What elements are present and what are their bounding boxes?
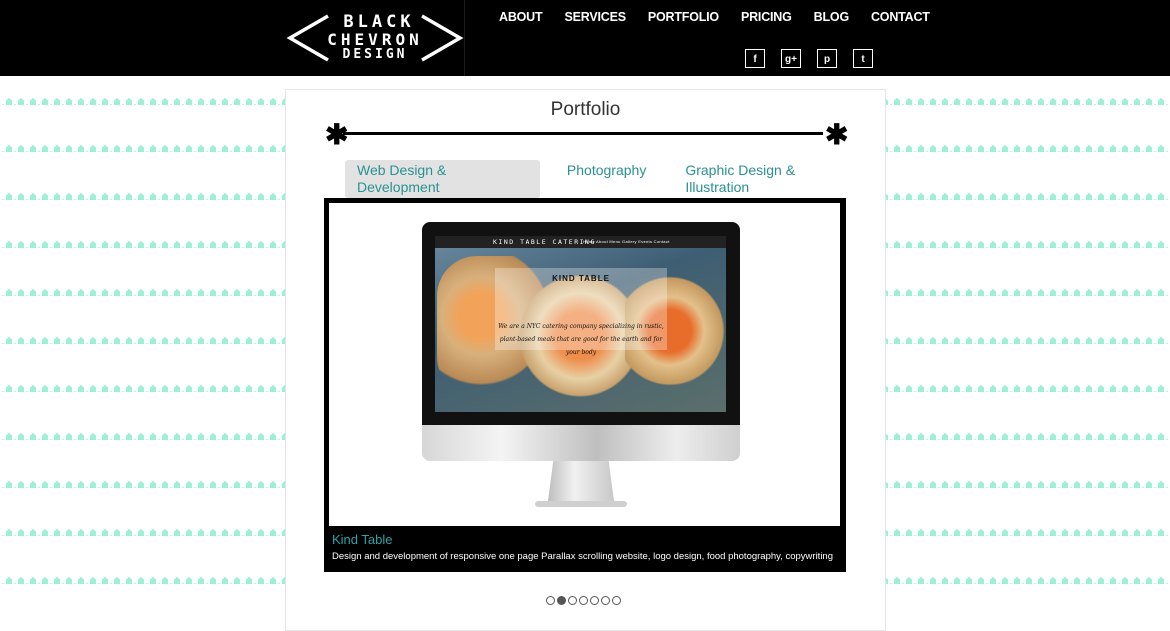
- slide-caption: Kind Table Design and development of res…: [332, 532, 833, 562]
- twitter-icon[interactable]: t: [853, 49, 873, 68]
- mockup-site-title: KIND TABLE CATERING: [493, 238, 596, 246]
- mockup-tagline: We are a NYC catering company specializi…: [498, 323, 664, 356]
- pagination-dot[interactable]: [612, 596, 621, 605]
- imac-stand: [548, 461, 614, 501]
- portfolio-slide[interactable]: KIND TABLE CATERING Home About Menu Gall…: [324, 198, 846, 572]
- social-links: f g+ p t: [745, 49, 889, 68]
- main-nav: ABOUT SERVICES PORTFOLIO PRICING BLOG CO…: [499, 10, 952, 24]
- imac-foot: [535, 501, 627, 507]
- project-description: Design and development of responsive one…: [332, 551, 833, 562]
- imac-bezel: KIND TABLE CATERING Home About Menu Gall…: [422, 222, 740, 425]
- nav-portfolio[interactable]: PORTFOLIO: [648, 10, 719, 24]
- page-title: Portfolio: [550, 99, 621, 120]
- title-divider: ✱ ✱: [325, 119, 848, 150]
- mockup-site-links: Home About Menu Gallery Events Contact: [583, 239, 670, 244]
- pagination-dot[interactable]: [590, 596, 599, 605]
- pagination-dot[interactable]: [579, 596, 588, 605]
- portfolio-tabs: Web Design & Development Photography Gra…: [345, 160, 885, 198]
- brand-line-1: BLACK: [343, 12, 415, 32]
- brand-line-3: DESIGN: [342, 47, 408, 62]
- pagination-dot[interactable]: [601, 596, 610, 605]
- divider-line: [343, 132, 823, 135]
- brand-logo[interactable]: BLACK CHEVRON DESIGN: [286, 0, 465, 76]
- tab-web-design[interactable]: Web Design & Development: [345, 160, 540, 198]
- slide-pagination: [546, 596, 623, 605]
- pagination-dot-active[interactable]: [557, 596, 566, 605]
- imac-chin: [422, 425, 740, 461]
- pinterest-icon[interactable]: p: [817, 49, 837, 68]
- tab-graphic-design[interactable]: Graphic Design & Illustration: [673, 160, 870, 198]
- imac-screen: KIND TABLE CATERING Home About Menu Gall…: [435, 236, 726, 412]
- imac-mockup: KIND TABLE CATERING Home About Menu Gall…: [422, 222, 740, 507]
- mockup-logo-text: KIND TABLE: [552, 274, 610, 283]
- nav-about[interactable]: ABOUT: [499, 10, 543, 24]
- facebook-icon[interactable]: f: [745, 49, 765, 68]
- slide-image-area: KIND TABLE CATERING Home About Menu Gall…: [329, 203, 840, 526]
- tab-photography[interactable]: Photography: [555, 160, 658, 198]
- mockup-overlay: KIND TABLE We are a NYC catering company…: [495, 268, 667, 356]
- google-plus-icon[interactable]: g+: [781, 49, 801, 68]
- pagination-dot[interactable]: [546, 596, 555, 605]
- asterisk-icon: ✱: [825, 119, 849, 150]
- nav-services[interactable]: SERVICES: [564, 10, 626, 24]
- nav-blog[interactable]: BLOG: [814, 10, 850, 24]
- mockup-navbar: KIND TABLE CATERING Home About Menu Gall…: [435, 236, 726, 248]
- nav-contact[interactable]: CONTACT: [871, 10, 930, 24]
- portfolio-panel: Portfolio ✱ ✱ Web Design & Development P…: [285, 89, 886, 631]
- pagination-dot[interactable]: [568, 596, 577, 605]
- project-name[interactable]: Kind Table: [332, 532, 833, 547]
- site-header: BLACK CHEVRON DESIGN ABOUT SERVICES PORT…: [0, 0, 1170, 76]
- nav-pricing[interactable]: PRICING: [741, 10, 792, 24]
